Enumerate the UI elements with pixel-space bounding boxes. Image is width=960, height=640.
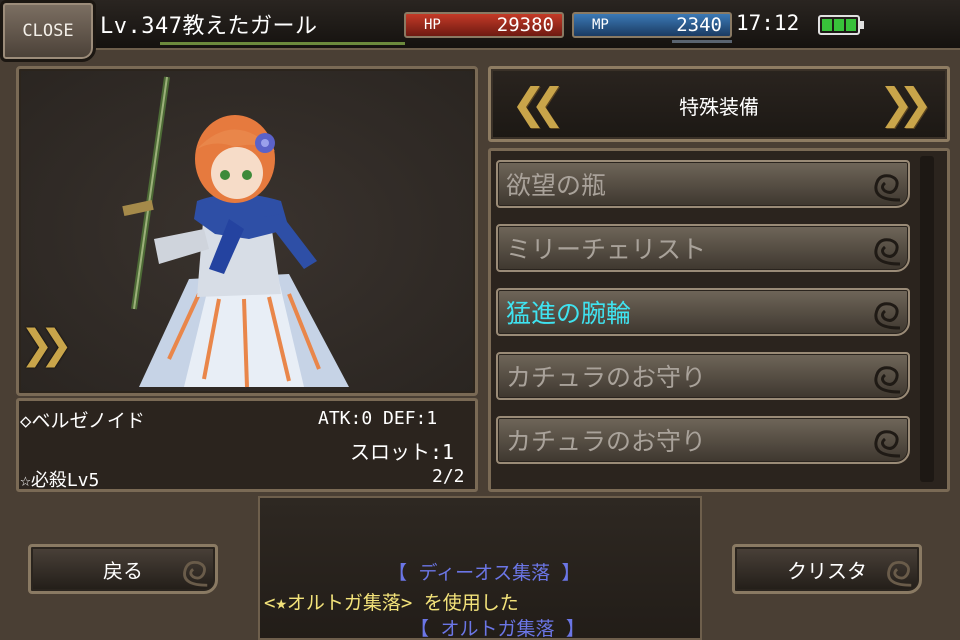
mp-sub-bar [672, 40, 732, 43]
equipment-item-label: カチュラのお守り [506, 427, 707, 456]
message-line: <★オルトガ集落> を使用した [264, 592, 519, 614]
mp-value: 2340 [676, 14, 722, 36]
equipment-item-label: 猛進の腕輪 [506, 299, 632, 328]
equipment-item-label: 欲望の瓶 [506, 171, 607, 200]
exp-bar [160, 42, 405, 45]
character-title: Lv.347教えたガール [100, 14, 318, 39]
back-button[interactable]: 戻る [28, 544, 218, 594]
scrollbar[interactable] [920, 156, 934, 482]
back-button-label: 戻る [103, 558, 143, 583]
character-preview [16, 66, 478, 396]
swirl-icon [183, 560, 208, 587]
equipment-item-label: ミリーチェリスト [506, 235, 707, 264]
message-log: 【 ディーオス集落 】 <★オルトガ集落> を使用した 【 オルトガ集落 】 [258, 496, 702, 640]
hp-value: 29380 [496, 14, 554, 36]
right-double-chevron-icon[interactable]: ❯❯ [879, 79, 934, 128]
clock: 17:12 [736, 11, 800, 35]
character-name: ◇ベルゼノイド [20, 410, 145, 432]
equipment-item[interactable]: カチュラのお守り [496, 352, 910, 400]
equipment-item-selected[interactable]: 猛進の腕輪 [496, 288, 910, 336]
slot-count: スロット:1 [350, 440, 455, 464]
equipment-item[interactable]: 欲望の瓶 [496, 160, 910, 208]
crysta-button[interactable]: クリスタ [732, 544, 922, 594]
skill-level: ☆必殺Lv5 [20, 470, 100, 491]
swirl-icon [887, 560, 912, 587]
hp-bar: HP 29380 [404, 12, 564, 38]
character-stats: ATK:0 DEF:1 [318, 408, 438, 429]
swirl-icon [874, 302, 901, 330]
equipment-item[interactable]: カチュラのお守り [496, 416, 910, 464]
equipment-item[interactable]: ミリーチェリスト [496, 224, 910, 272]
equipment-item-label: カチュラのお守り [506, 363, 707, 392]
page-indicator: 2/2 [432, 466, 465, 487]
mp-bar: MP 2340 [572, 12, 732, 38]
hp-label: HP [424, 17, 441, 33]
swirl-icon [874, 366, 901, 394]
crysta-button-label: クリスタ [787, 558, 867, 583]
character-portrait [122, 76, 349, 388]
equipment-category-header: ❮❮ 特殊装備 ❯❯ [488, 66, 950, 142]
message-line: 【 ディーオス集落 】 [388, 562, 581, 584]
battery-icon [818, 15, 864, 35]
swirl-icon [874, 430, 901, 458]
message-line: 【 オルトガ集落 】 [410, 618, 585, 640]
prev-character-chevron-icon[interactable]: ❯❯ [20, 322, 73, 368]
close-button[interactable]: CLOSE [0, 0, 96, 62]
swirl-icon [874, 238, 901, 266]
swirl-icon [874, 174, 901, 202]
mp-label: MP [592, 17, 609, 33]
